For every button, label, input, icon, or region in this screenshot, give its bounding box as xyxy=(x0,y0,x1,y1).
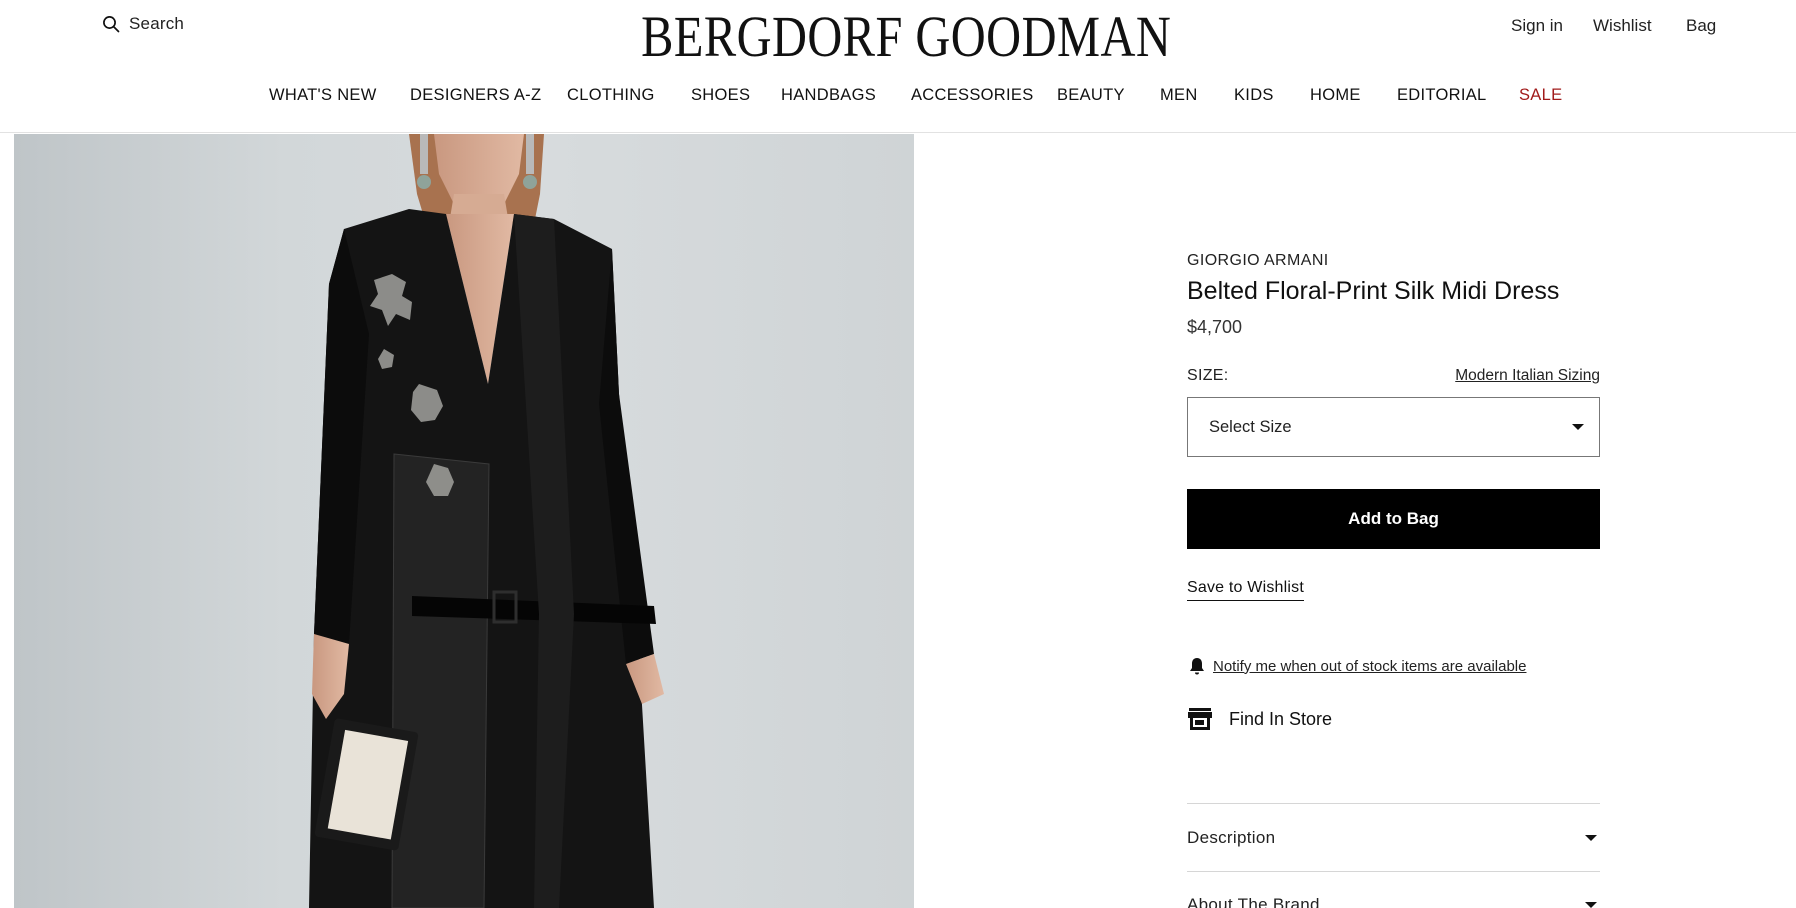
nav-item-clothing[interactable]: CLOTHING xyxy=(567,86,655,105)
wishlist-link[interactable]: Wishlist xyxy=(1593,16,1652,36)
bell-icon xyxy=(1190,658,1204,675)
nav-item-designers[interactable]: DESIGNERS A-Z xyxy=(410,86,541,105)
divider xyxy=(1187,871,1600,872)
sizing-guide-link[interactable]: Modern Italian Sizing xyxy=(1455,367,1600,385)
logo-text: BERGDORF GOODMAN xyxy=(640,3,1172,69)
divider xyxy=(1187,803,1600,804)
nav-item-sale[interactable]: SALE xyxy=(1519,86,1562,105)
nav-item-whats-new[interactable]: WHAT'S NEW xyxy=(269,86,377,105)
logo[interactable]: BERGDORF GOODMAN xyxy=(641,4,1171,68)
search-icon xyxy=(103,16,120,33)
store-icon xyxy=(1188,708,1212,730)
accordion-about-brand[interactable]: About The Brand xyxy=(1187,895,1600,908)
product-image[interactable] xyxy=(14,134,914,908)
chevron-down-icon xyxy=(1585,902,1597,908)
notify-stock-link[interactable]: Notify me when out of stock items are av… xyxy=(1187,656,1526,676)
search-trigger[interactable]: Search xyxy=(102,14,184,34)
size-select-value: Select Size xyxy=(1209,417,1292,436)
nav-item-editorial[interactable]: EDITORIAL xyxy=(1397,86,1487,105)
nav-item-beauty[interactable]: BEAUTY xyxy=(1057,86,1125,105)
size-select[interactable]: Select Size xyxy=(1187,397,1600,457)
find-in-store-label: Find In Store xyxy=(1229,708,1333,729)
nav-item-accessories[interactable]: ACCESSORIES xyxy=(911,86,1034,105)
nav-item-shoes[interactable]: SHOES xyxy=(691,86,750,105)
nav-item-handbags[interactable]: HANDBAGS xyxy=(781,86,876,105)
site-header: Search BERGDORF GOODMAN Sign in Wishlist… xyxy=(0,0,1796,133)
accordion-description-label: Description xyxy=(1187,828,1276,847)
chevron-down-icon xyxy=(1585,835,1597,841)
find-in-store-link[interactable]: Find In Store xyxy=(1187,707,1332,731)
notify-label: Notify me when out of stock items are av… xyxy=(1213,657,1527,675)
bag-link[interactable]: Bag xyxy=(1686,16,1716,36)
main-nav: WHAT'S NEW DESIGNERS A-Z CLOTHING SHOES … xyxy=(0,86,1796,110)
sign-in-link[interactable]: Sign in xyxy=(1511,16,1563,36)
save-to-wishlist-link[interactable]: Save to Wishlist xyxy=(1187,579,1305,601)
chevron-down-icon xyxy=(1572,424,1584,430)
accordion-description[interactable]: Description xyxy=(1187,828,1600,848)
nav-item-kids[interactable]: KIDS xyxy=(1234,86,1274,105)
product-brand[interactable]: GIORGIO ARMANI xyxy=(1187,252,1329,270)
nav-item-home[interactable]: HOME xyxy=(1310,86,1361,105)
product-photo-illustration xyxy=(309,134,664,908)
add-to-bag-button[interactable]: Add to Bag xyxy=(1187,489,1600,549)
product-price: $4,700 xyxy=(1187,317,1243,337)
product-title: Belted Floral-Print Silk Midi Dress xyxy=(1187,277,1560,305)
search-label: Search xyxy=(129,14,185,33)
nav-item-men[interactable]: MEN xyxy=(1160,86,1198,105)
size-label: SIZE: xyxy=(1187,367,1229,384)
accordion-about-brand-label: About The Brand xyxy=(1187,895,1320,908)
